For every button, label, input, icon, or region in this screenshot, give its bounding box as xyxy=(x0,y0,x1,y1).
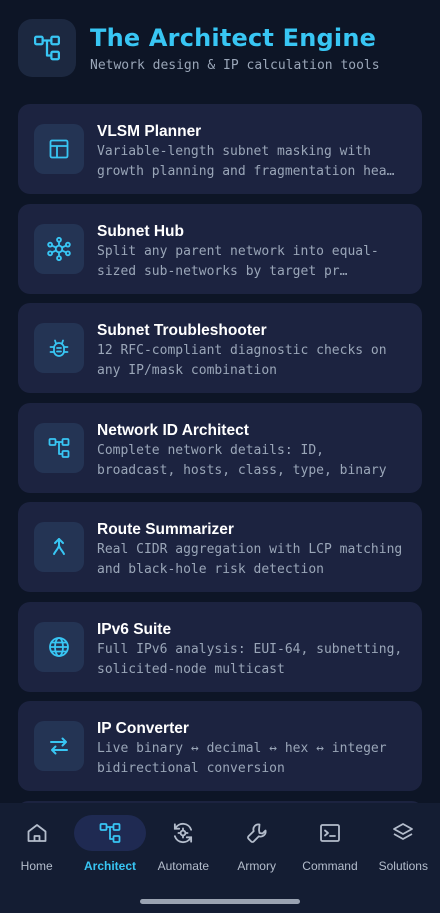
globe-icon xyxy=(34,621,84,672)
tool-title: Route Summarizer xyxy=(97,521,234,538)
sync-settings-icon xyxy=(170,820,196,846)
tool-title: Subnet Hub xyxy=(97,222,184,240)
nav-label: Architect xyxy=(83,859,136,873)
tool-description: Complete network details: ID, broadcast,… xyxy=(97,442,387,478)
layout-icon xyxy=(34,124,84,174)
page-title: The Architect Engine xyxy=(90,23,377,52)
wrench-icon xyxy=(245,821,269,845)
tool-card-ip-converter[interactable]: IP Converter Live binary ↔ decimal ↔ hex… xyxy=(18,701,422,791)
network-diagram-icon xyxy=(18,19,76,77)
tool-description: Live binary ↔ decimal ↔ hex ↔ integer bi… xyxy=(97,741,387,776)
tool-card-ipv6-suite[interactable]: IPv6 Suite Full IPv6 analysis: EUI-64, s… xyxy=(18,601,422,692)
app-header: The Architect Engine Network design & IP… xyxy=(18,18,422,78)
active-indicator xyxy=(73,815,146,851)
page-subtitle: Network design & IP calculation tools xyxy=(90,57,380,73)
home-icon xyxy=(25,821,49,845)
bottom-navigation: Home Architect Automate Armory Command S… xyxy=(0,803,440,913)
tool-card-route-summarizer[interactable]: Route Summarizer Real CIDR aggregation w… xyxy=(18,502,422,592)
tool-card-subnet-hub[interactable]: Subnet Hub Split any parent network into… xyxy=(18,203,422,294)
nav-item-home[interactable]: Home xyxy=(0,815,73,873)
home-indicator-bar[interactable] xyxy=(140,899,300,904)
network-diagram-icon xyxy=(98,821,122,845)
network-diagram-icon xyxy=(34,422,84,473)
nav-item-automate[interactable]: Automate xyxy=(147,815,220,873)
nav-label: Home xyxy=(20,859,53,873)
terminal-icon xyxy=(318,821,342,845)
nav-item-solutions[interactable]: Solutions xyxy=(367,815,440,873)
tool-description: Split any parent network into equal-size… xyxy=(97,243,379,279)
tool-title: IPv6 Suite xyxy=(97,620,172,638)
nav-label: Command xyxy=(302,859,358,873)
tool-description: Variable-length subnet masking with grow… xyxy=(97,144,395,179)
nav-item-armory[interactable]: Armory xyxy=(220,815,293,873)
tool-list: VLSM Planner Variable-length subnet mask… xyxy=(18,104,422,811)
bug-icon xyxy=(34,323,84,373)
merge-icon xyxy=(34,522,84,572)
swap-arrows-icon xyxy=(34,721,84,771)
tool-card-vlsm-planner[interactable]: VLSM Planner Variable-length subnet mask… xyxy=(18,104,422,194)
nav-label: Solutions xyxy=(378,859,428,873)
hub-icon xyxy=(34,223,84,274)
tool-description: Full IPv6 analysis: EUI-64, subnetting, … xyxy=(97,641,403,677)
tool-title: Subnet Troubleshooter xyxy=(97,322,267,339)
tool-card-network-id-architect[interactable]: Network ID Architect Complete network de… xyxy=(18,402,422,493)
tool-description: Real CIDR aggregation with LCP matching … xyxy=(97,542,403,577)
nav-label: Automate xyxy=(157,859,209,873)
tool-title: IP Converter xyxy=(97,720,189,737)
nav-item-command[interactable]: Command xyxy=(293,815,366,873)
nav-item-architect[interactable]: Architect xyxy=(73,815,146,873)
tool-title: VLSM Planner xyxy=(97,123,202,140)
tool-title: Network ID Architect xyxy=(97,421,249,439)
tool-description: 12 RFC-compliant diagnostic checks on an… xyxy=(97,343,387,378)
tool-card-subnet-troubleshooter[interactable]: Subnet Troubleshooter 12 RFC-compliant d… xyxy=(18,303,422,393)
nav-label: Armory xyxy=(237,859,276,873)
layers-icon xyxy=(391,821,415,845)
